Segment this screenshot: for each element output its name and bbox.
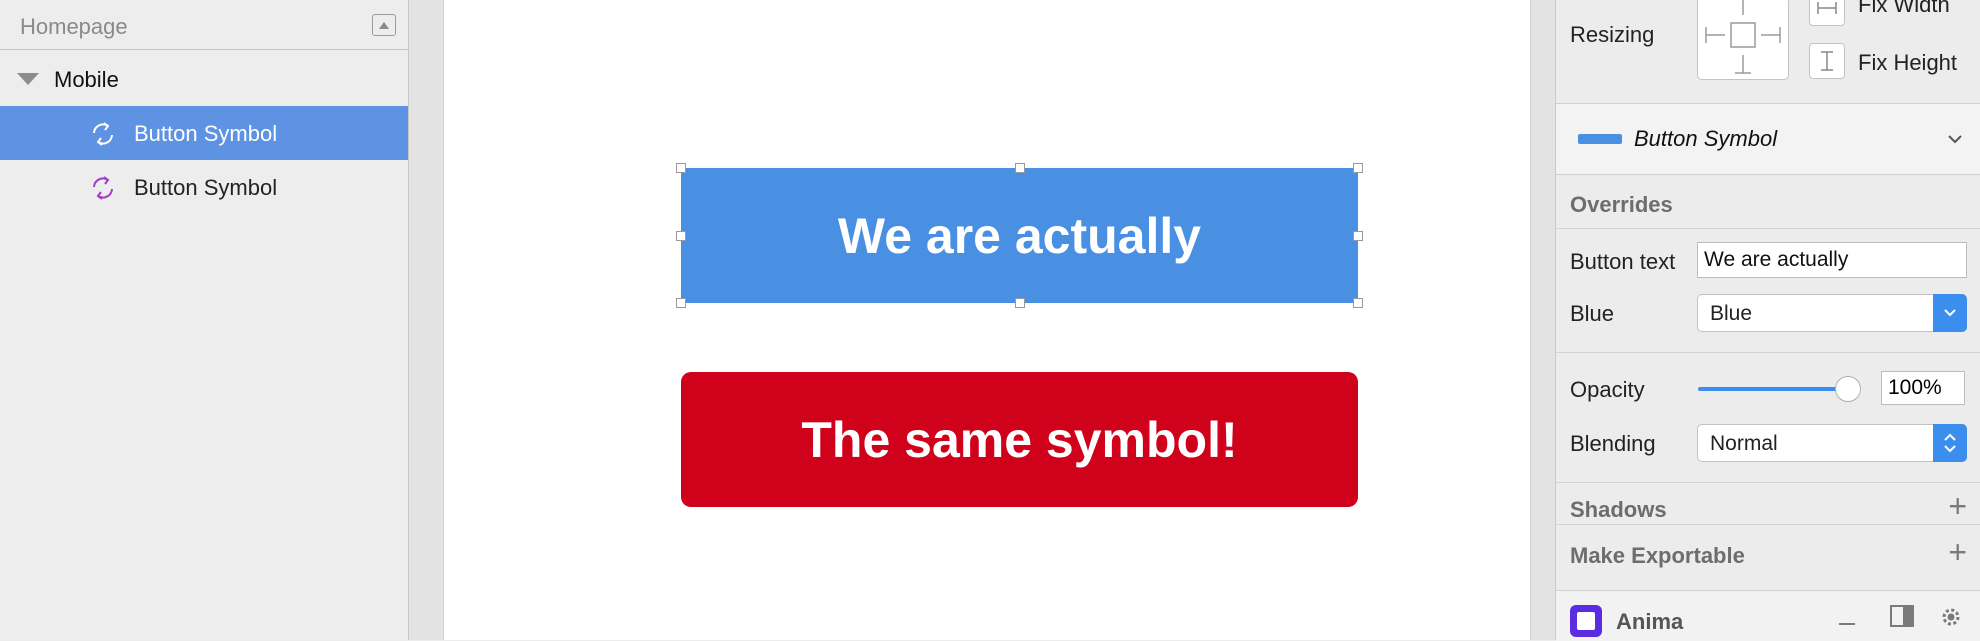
symbol-thumbnail [1578, 134, 1622, 144]
resizing-constraints-widget[interactable] [1697, 0, 1789, 80]
symbol-instance-icon [88, 173, 118, 203]
resize-handle-bottom-right[interactable] [1353, 298, 1363, 308]
divider [1556, 482, 1980, 483]
disclosure-triangle-icon[interactable] [17, 73, 39, 85]
resize-handle-top-left[interactable] [676, 163, 686, 173]
page-header[interactable]: Homepage [0, 0, 408, 50]
resize-handle-bottom[interactable] [1015, 298, 1025, 308]
fix-width-label[interactable]: Fix Width [1858, 0, 1950, 18]
symbol-instance-icon [88, 119, 118, 149]
button-text-override-input[interactable] [1697, 242, 1967, 278]
blending-select[interactable]: Normal [1697, 424, 1967, 462]
blending-value: Normal [1710, 432, 1778, 455]
resize-handle-bottom-left[interactable] [676, 298, 686, 308]
layer-group-label: Mobile [54, 67, 119, 92]
opacity-slider-knob[interactable] [1835, 376, 1861, 402]
inspector-panel: Resizing Fix Width Fix Height Button Sym… [1555, 0, 1980, 641]
button-symbol-red[interactable]: The same symbol! [681, 372, 1358, 507]
resize-handle-right[interactable] [1353, 231, 1363, 241]
layer-item-label: Button Symbol [134, 175, 278, 200]
anima-plugin-bar: Anima [1556, 590, 1980, 641]
canvas[interactable]: We are actually The same symbol! [409, 0, 1555, 640]
opacity-input[interactable] [1881, 371, 1965, 405]
updown-chevron-icon[interactable] [1933, 424, 1967, 462]
chevron-down-icon[interactable] [1933, 294, 1967, 332]
layer-group-mobile[interactable]: Mobile [0, 52, 408, 106]
fix-height-label[interactable]: Fix Height [1858, 50, 1957, 76]
resize-handle-left[interactable] [676, 231, 686, 241]
blue-override-select[interactable]: Blue [1697, 294, 1967, 332]
layer-item-button-symbol[interactable]: Button Symbol [0, 160, 408, 214]
resize-handle-top-right[interactable] [1353, 163, 1363, 173]
blending-label: Blending [1570, 431, 1656, 456]
divider [1556, 524, 1980, 525]
opacity-label: Opacity [1570, 377, 1645, 402]
button-text-label: Button text [1570, 249, 1676, 274]
page-title[interactable]: Homepage [20, 14, 128, 40]
resize-handle-top[interactable] [1015, 163, 1025, 173]
anima-label: Anima [1616, 609, 1684, 634]
layer-item-button-symbol-selected[interactable]: Button Symbol [0, 106, 408, 160]
opacity-slider-track[interactable] [1698, 387, 1848, 391]
button-symbol-blue[interactable]: We are actually [681, 168, 1358, 303]
panel-toggle-icon[interactable] [1890, 605, 1914, 632]
add-shadow-plus-icon[interactable]: + [1948, 488, 1967, 525]
blue-override-label: Blue [1570, 301, 1615, 326]
artboard-mobile[interactable]: We are actually The same symbol! [443, 0, 1531, 640]
overrides-title: Overrides [1570, 192, 1673, 217]
fix-width-icon[interactable] [1809, 0, 1845, 26]
gear-icon[interactable] [1939, 605, 1963, 634]
shadows-title: Shadows [1570, 497, 1667, 522]
resizing-section: Resizing Fix Width Fix Height [1556, 0, 1980, 104]
fix-height-icon[interactable] [1809, 43, 1845, 79]
symbol-picker[interactable]: Button Symbol [1556, 104, 1980, 175]
minimize-icon[interactable] [1836, 605, 1858, 632]
collapse-pages-icon[interactable] [372, 14, 396, 36]
chevron-down-icon[interactable] [1947, 128, 1963, 151]
add-export-plus-icon[interactable]: + [1948, 534, 1967, 571]
layer-item-label: Button Symbol [134, 121, 278, 146]
layers-sidebar: Homepage Mobile Button Symbol Button Sym… [0, 0, 409, 640]
symbol-name: Button Symbol [1634, 126, 1778, 151]
resizing-label: Resizing [1570, 22, 1655, 47]
blue-override-value: Blue [1710, 302, 1753, 325]
divider [1556, 228, 1980, 229]
divider [1556, 352, 1980, 353]
anima-logo-icon [1570, 605, 1602, 637]
make-exportable-title: Make Exportable [1570, 543, 1745, 568]
